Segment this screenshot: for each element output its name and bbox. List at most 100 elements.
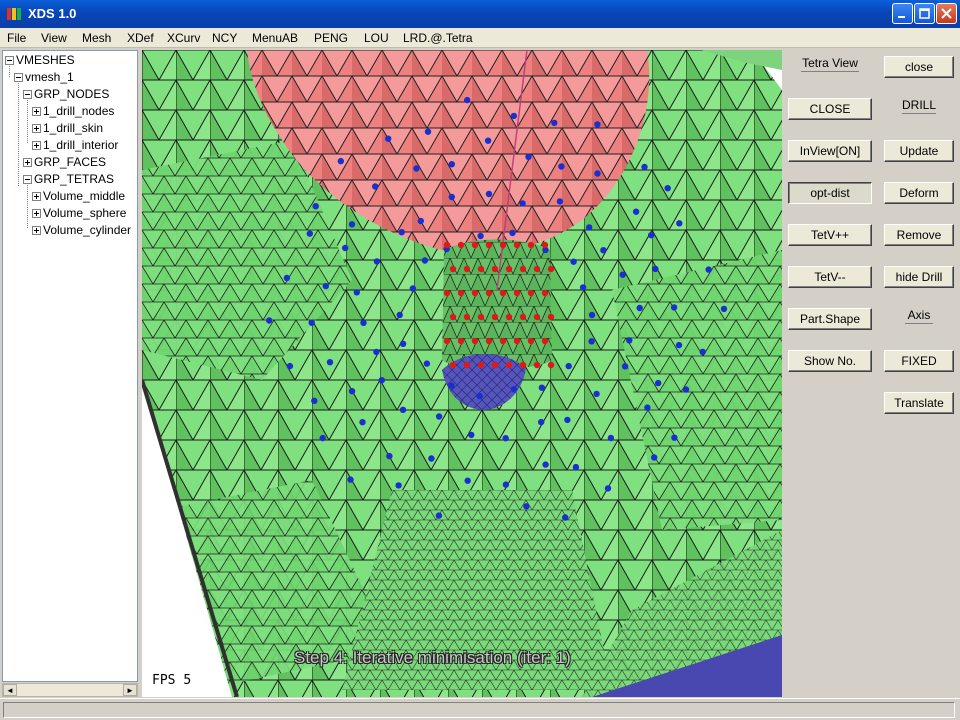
mesh-node-red [471,337,479,345]
tree-item-grp-faces[interactable]: GRP_FACES [23,155,106,171]
menu-ncy[interactable]: NCY [212,31,237,45]
menu-mesh[interactable]: Mesh [82,31,111,45]
mesh-node-red [457,241,465,249]
mesh-node-red [541,289,549,297]
minimize-icon [898,16,905,18]
mesh-node-blue [417,217,424,225]
mesh-node-blue [538,418,545,426]
step-caption: Step 4: Iterative minimisation (iter: 1) [294,648,571,667]
menu-menuab[interactable]: MenuAB [252,31,298,45]
remove-button[interactable]: Remove [884,224,954,246]
show-no-button[interactable]: Show No. [788,350,872,372]
tree-item-grp-nodes[interactable]: GRP_NODES [23,87,109,103]
tree-horizontal-scrollbar[interactable]: ◄ ► [2,683,138,697]
tree-item-grp-tetras[interactable]: GRP_TETRAS [23,172,114,188]
mesh-node-blue [565,362,572,370]
mesh-node-red [519,361,527,369]
minimize-button[interactable] [892,3,913,24]
mesh-node-blue [385,135,392,142]
expand-icon[interactable] [23,158,32,167]
update-button[interactable]: Update [884,140,954,162]
mesh-node-blue [266,317,273,324]
mesh-node-blue [353,289,360,296]
mesh-node-red [533,313,541,321]
tree-item-drill-nodes[interactable]: 1_drill_nodes [32,104,114,120]
mesh-node-blue [621,363,629,370]
part-shape-button[interactable]: Part.Shape [788,308,872,330]
mesh-node-red [541,241,549,249]
mesh-node-blue [600,247,607,254]
mesh-node-blue [588,338,595,345]
translate-button[interactable]: Translate [884,392,954,414]
mesh-node-blue [699,348,706,356]
mesh-node-blue [319,434,326,442]
mesh-node-blue [651,454,658,461]
collapse-icon[interactable] [14,73,23,82]
menu-view[interactable]: View [41,31,67,45]
expand-icon[interactable] [32,209,41,218]
expand-icon[interactable] [32,192,41,201]
expand-icon[interactable] [32,107,41,116]
tree-item-drill-skin[interactable]: 1_drill_skin [32,121,103,137]
mesh-node-red [499,289,507,297]
tree-item-vmeshes[interactable]: VMESHES [5,53,75,69]
mesh-node-red [527,337,535,345]
mesh-node-red [533,265,541,273]
mesh-node-blue [551,119,558,127]
mesh-node-red [463,361,471,369]
close-window-button[interactable] [936,3,957,24]
mesh-node-blue [705,266,712,273]
menu-bar: File View Mesh XDef XCurv NCY MenuAB PEN… [0,28,960,48]
deform-button[interactable]: Deform [884,182,954,204]
mesh-node-blue [477,232,484,240]
mesh-node-red [457,337,465,345]
fps-label: FPS [152,673,176,688]
menu-lou[interactable]: LOU [364,31,389,45]
mesh-node-blue [542,461,549,468]
collapse-icon[interactable] [23,175,32,184]
menu-file[interactable]: File [7,31,26,45]
mesh-node-blue [484,137,492,144]
scroll-right-icon[interactable]: ► [123,684,137,696]
mesh-node-blue [641,163,648,171]
mesh-node-red [505,313,513,321]
tetv-plus-button[interactable]: TetV++ [788,224,872,246]
expand-icon[interactable] [32,226,41,235]
mesh-node-red [547,313,555,321]
maximize-button[interactable] [914,3,935,24]
menu-lrd-tetra[interactable]: LRD.@.Tetra [403,31,473,45]
mesh-node-blue [337,157,344,165]
expand-icon[interactable] [32,124,41,133]
fixed-button[interactable]: FIXED [884,350,954,372]
close-caps-button[interactable]: CLOSE [788,98,872,120]
menu-peng[interactable]: PENG [314,31,348,45]
mesh-node-blue [372,183,379,190]
mesh-node-blue [308,319,315,326]
close-button[interactable]: close [884,56,954,78]
mesh-viewport[interactable] [142,50,782,697]
tree-item-vmesh-1[interactable]: vmesh_1 [14,70,74,86]
hide-drill-button[interactable]: hide Drill [884,266,954,288]
mesh-node-blue [594,170,601,177]
tree-item-drill-interior[interactable]: 1_drill_interior [32,138,118,154]
mesh-node-blue [360,319,367,326]
mesh-node-blue [510,386,518,393]
menu-xcurv[interactable]: XCurv [167,31,200,45]
mesh-node-blue [326,359,334,366]
menu-xdef[interactable]: XDef [127,31,154,45]
mesh-tree[interactable]: VMESHES vmesh_1 GRP_NODES 1_drill_nodes … [2,50,138,682]
scroll-left-icon[interactable]: ◄ [3,684,17,696]
mesh-canvas[interactable] [142,50,782,697]
inview-button[interactable]: InView[ON] [788,140,872,162]
tree-item-volume-cylinder[interactable]: Volume_cylinder [32,223,131,239]
tree-item-volume-sphere[interactable]: Volume_sphere [32,206,126,222]
collapse-icon[interactable] [5,56,14,65]
app-icon [7,8,21,20]
opt-dist-button[interactable]: opt-dist [788,182,872,204]
mesh-node-blue [348,221,356,228]
expand-icon[interactable] [32,141,41,150]
collapse-icon[interactable] [23,90,32,99]
tetv-minus-button[interactable]: TetV-- [788,266,872,288]
tree-item-volume-middle[interactable]: Volume_middle [32,189,125,205]
mesh-node-blue [464,477,471,484]
